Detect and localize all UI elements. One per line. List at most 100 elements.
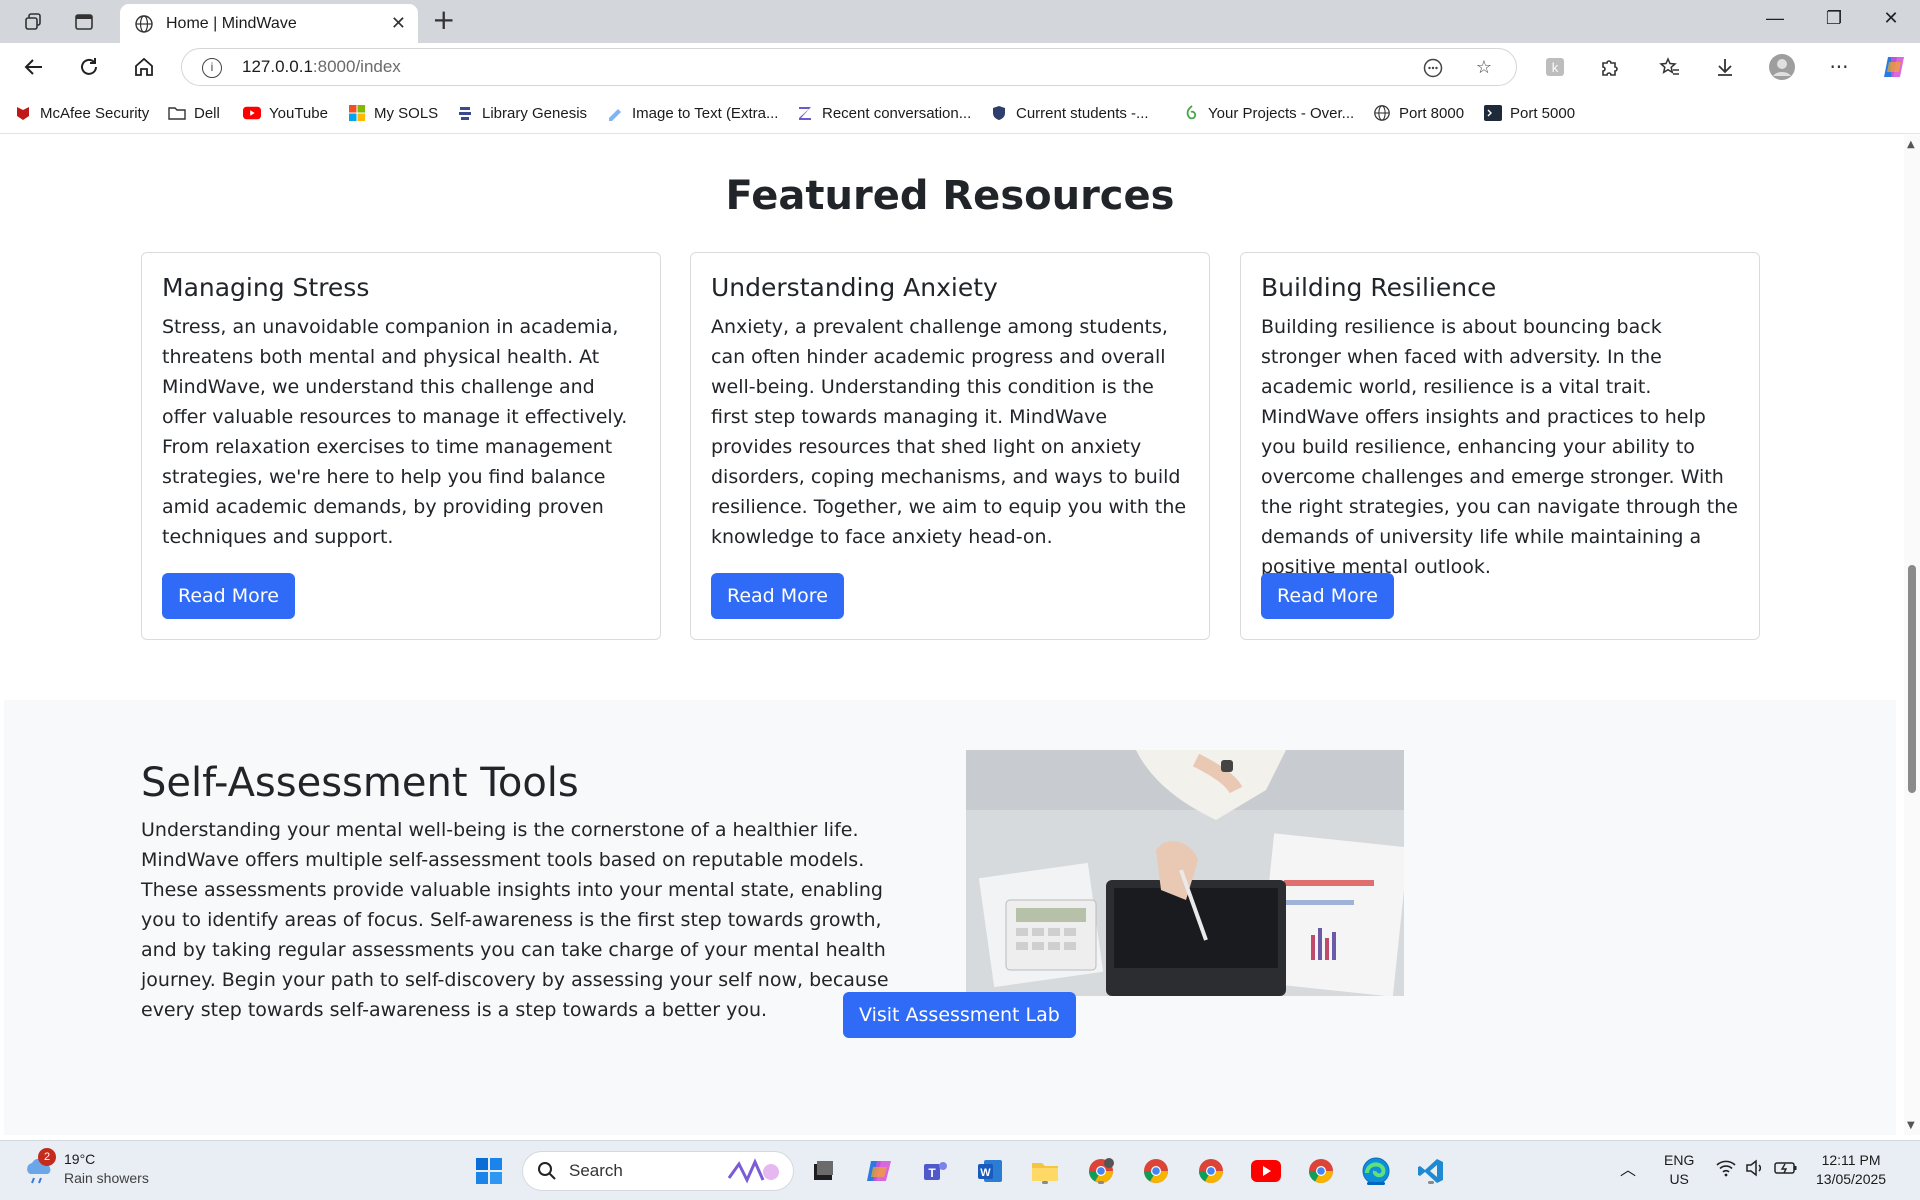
weather-widget[interactable]: 2 19°C Rain showers [22,1148,149,1188]
language-indicator[interactable]: ENG US [1664,1151,1694,1189]
shield-icon [990,104,1008,122]
page-viewport: Featured Resources Managing Stress Stres… [0,135,1920,1135]
battery-icon[interactable] [1774,1159,1798,1182]
svg-text:W: W [980,1167,991,1179]
globe-icon [1373,104,1391,122]
vscode-icon[interactable] [1414,1154,1448,1188]
copilot-icon[interactable] [1880,53,1908,81]
scrollbar-thumb[interactable] [1908,565,1916,793]
terminal-icon [1484,104,1502,122]
svg-text:k: k [1552,60,1559,75]
chrome-profile-2-icon[interactable] [1139,1154,1173,1188]
address-bar[interactable]: i 127.0.0.1:8000/index ☆ [181,48,1517,86]
close-tab-icon[interactable]: ✕ [391,13,406,34]
bookmark-port-8000[interactable]: Port 8000 [1373,102,1464,124]
bookmark-your-projects[interactable]: Your Projects - Over... [1182,102,1354,124]
active-indicator [1367,1182,1385,1185]
windows-taskbar: 2 19°C Rain showers Search T W ︿ ENG US … [0,1140,1920,1200]
task-view-icon[interactable] [806,1154,840,1188]
restore-icon[interactable]: ❐ [1814,8,1854,29]
visit-assessment-lab-button[interactable]: Visit Assessment Lab [843,992,1076,1038]
refresh-icon[interactable] [75,53,103,81]
weather-temperature: 19°C [64,1151,96,1167]
bookmark-image-to-text[interactable]: Image to Text (Extra... [606,102,778,124]
word-icon[interactable]: W [973,1154,1007,1188]
extensions-puzzle-icon[interactable] [1595,53,1623,81]
downloads-icon[interactable] [1711,53,1739,81]
more-options-icon[interactable]: ··· [1825,53,1853,81]
scroll-down-arrow-icon[interactable]: ▼ [1907,1120,1915,1131]
wifi-icon[interactable] [1716,1159,1736,1182]
teams-icon[interactable]: T [918,1154,952,1188]
show-hidden-icons[interactable]: ︿ [1620,1161,1636,1180]
favorites-icon[interactable] [1656,53,1684,81]
bookmark-library-genesis[interactable]: Library Genesis [456,102,587,124]
bookmark-port-5000[interactable]: Port 5000 [1484,102,1575,124]
bookmark-current-students[interactable]: Current students -... [990,102,1149,124]
workspaces-icon[interactable] [20,9,46,35]
microsoft-icon [348,104,366,122]
url-text: 127.0.0.1:8000/index [242,57,401,76]
profile-avatar-icon[interactable] [1768,53,1796,81]
library-icon [456,104,474,122]
resource-card-building-resilience: Building Resilience Building resilience … [1240,252,1760,640]
mcafee-icon [14,104,32,122]
scroll-up-arrow-icon[interactable]: ▲ [1907,139,1915,150]
resource-card-managing-stress: Managing Stress Stress, an unavoidable c… [141,252,661,640]
taskbar-search[interactable]: Search [522,1151,794,1191]
active-tab[interactable]: Home | MindWave ✕ [120,4,418,43]
extension-k-icon[interactable]: k [1541,53,1569,81]
bookmark-youtube[interactable]: YouTube [243,102,328,124]
card-title: Understanding Anxiety [711,273,998,302]
card-text: Anxiety, a prevalent challenge among stu… [711,316,1187,548]
overleaf-icon [1182,104,1200,122]
image-to-text-icon [606,104,624,122]
bookmark-my-sols[interactable]: My SOLS [348,102,438,124]
chrome-profile-1-icon[interactable] [1084,1154,1118,1188]
copilot-taskbar-icon[interactable] [862,1154,896,1188]
clock[interactable]: 12:11 PM 13/05/2025 [1816,1151,1886,1189]
read-more-button[interactable]: Read More [1261,573,1394,619]
windows-start-icon[interactable] [472,1154,506,1188]
chrome-profile-4-icon[interactable] [1304,1154,1338,1188]
file-explorer-icon[interactable] [1028,1154,1062,1188]
read-more-button[interactable]: Read More [711,573,844,619]
favorite-star-icon[interactable]: ☆ [1473,57,1495,79]
search-icon [538,1162,556,1180]
home-icon[interactable] [130,53,158,81]
card-title: Building Resilience [1261,273,1497,302]
clock-date: 13/05/2025 [1816,1171,1887,1187]
bookmark-dell[interactable]: Dell [168,102,220,124]
new-tab-button[interactable]: + [432,6,455,34]
weather-description: Rain showers [64,1170,149,1186]
volume-icon[interactable] [1745,1159,1765,1182]
search-placeholder: Search [569,1161,623,1180]
bookmarks-bar: McAfee Security Dell YouTube My SOLS Lib… [0,91,1920,134]
back-icon[interactable] [20,53,48,81]
bookmark-recent-conversation[interactable]: Recent conversation... [796,102,971,124]
card-text: Building resilience is about bouncing ba… [1261,316,1738,578]
search-highlight-icon [727,1158,779,1184]
youtube-taskbar-icon[interactable] [1249,1154,1283,1188]
z-icon [796,104,814,122]
close-window-icon[interactable]: ✕ [1871,8,1911,29]
clock-time: 12:11 PM [1821,1152,1881,1168]
running-indicator [1042,1181,1048,1184]
card-title: Managing Stress [162,273,370,302]
bookmark-mcafee[interactable]: McAfee Security [14,102,149,124]
page-scrollbar[interactable]: ▲ ▼ [1904,135,1920,1135]
edge-icon[interactable] [1359,1154,1393,1188]
minimize-icon[interactable]: — [1755,8,1795,29]
rain-cloud-icon: 2 [22,1148,58,1186]
read-aloud-icon[interactable] [1422,57,1444,79]
tab-title: Home | MindWave [166,14,297,32]
folder-icon [168,104,186,122]
site-info-icon[interactable]: i [202,58,222,78]
globe-icon [135,14,153,33]
tab-actions-icon[interactable] [71,9,97,35]
read-more-button[interactable]: Read More [162,573,295,619]
chrome-profile-3-icon[interactable] [1194,1154,1228,1188]
self-assessment-text: Understanding your mental well-being is … [141,819,889,1021]
self-assessment-heading: Self-Assessment Tools [141,760,579,806]
running-indicator [1428,1181,1434,1184]
